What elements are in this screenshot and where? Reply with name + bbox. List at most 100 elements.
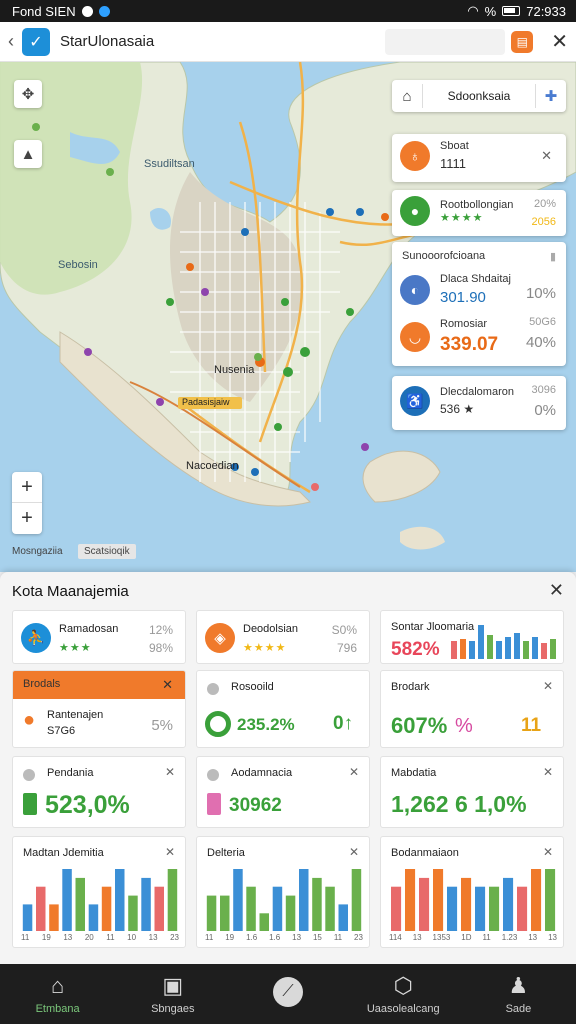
tick-label: 11 [106, 933, 115, 942]
compose-icon: ⟋ [273, 977, 303, 1007]
map-label-highlight: Padasisjaiw [182, 397, 230, 407]
metric-card-sontar[interactable]: Sontar Jloomaria 582% [380, 610, 564, 664]
bar-9 [312, 877, 322, 931]
bar-chart [206, 869, 362, 931]
poi-card-accessibility[interactable]: ♿ Dlecdalomaron 536 ★ 3096 0% [392, 376, 566, 430]
tick-label: 15 [312, 933, 322, 942]
app-bar: ‹ ✓ StarUlonasaia ▤ ✕ [0, 22, 576, 62]
nav-label: Sade [505, 1003, 532, 1015]
bar-8 [115, 869, 125, 931]
metric-card-aodamnacia[interactable]: Aodamnacia ✕ 30962 [196, 756, 370, 828]
bar-12 [351, 869, 362, 931]
nav-item-windows[interactable]: ▣ Sbngaes [115, 964, 230, 1024]
close-icon[interactable]: ✕ [543, 845, 553, 859]
metric-card-brodark[interactable]: Brodark ✕ 607% % 11 [380, 670, 564, 748]
app-notification-icon [98, 5, 110, 17]
wifi-icon: ◠ [467, 3, 479, 18]
card-value: 235.2% [237, 715, 295, 734]
close-icon[interactable]: ✕ [165, 845, 175, 859]
status-dot-icon [207, 683, 219, 695]
bar-5 [259, 913, 269, 931]
poi-card-boat[interactable]: ♁ Sboat 1111 ✕ [392, 134, 566, 182]
close-icon[interactable]: ✕ [549, 580, 564, 601]
metric-card-ramadosan[interactable]: ⛹ Ramadosan ★★★ 12% 98% [12, 610, 186, 664]
navigate-icon[interactable]: ✚ [536, 87, 566, 105]
metric-card-brodals[interactable]: Brodals ✕ ● Rantenajen S7G6 5% [12, 670, 186, 748]
map-search-bar[interactable]: ⌂ Sdoonksaia ✚ [392, 80, 566, 112]
tick-label: 11 [21, 933, 30, 942]
bar-7 [285, 895, 296, 931]
close-icon[interactable]: ✕ [162, 677, 173, 693]
bottom-navigation: ⌂ Etmbana ▣ Sbngaes ⟋ ⬡ Uaasolealcang ♟ … [0, 964, 576, 1024]
home-icon: ⌂ [50, 973, 65, 998]
locate-icon[interactable]: ✥ [14, 80, 42, 108]
chart-card-bodanmaiaon[interactable]: Bodanmaiaon ✕ 114 13 1353 1D 11 1.23 13 13 [380, 836, 564, 948]
poi-percent: 10% [525, 285, 556, 302]
metric-card-rosooild[interactable]: Rosooild 235.2% 0↑ [196, 670, 370, 748]
zoom-in-button[interactable]: + [12, 472, 42, 503]
card-title: Mabdatia [391, 767, 437, 779]
metric-card-pendania[interactable]: Pendania ✕ 523,0% [12, 756, 186, 828]
poi-card-rating[interactable]: ● Rootbollongian ★★★★ 20% 2056 [392, 190, 566, 236]
poi-percent: 20% [533, 198, 556, 210]
smile-icon: ◡ [400, 322, 430, 352]
person-icon: ⛹ [21, 623, 51, 653]
metric-card-deodolsian[interactable]: ◈ Deodolsian ★★★★ S0% 796 [196, 610, 370, 664]
chart-card-madtan[interactable]: Madtan Jdemitia ✕ 11 19 13 20 11 10 13 23 [12, 836, 186, 948]
close-icon[interactable]: ✕ [165, 765, 175, 779]
home-icon[interactable]: ⌂ [392, 88, 422, 105]
dashboard-panel: Kota Maanajemia ✕ ⛹ Ramadosan ★★★ 12% 98… [0, 572, 576, 964]
progress-ring-icon [205, 711, 231, 737]
tick-label: 10 [127, 933, 137, 942]
appbar-search-field[interactable] [385, 28, 506, 55]
bar-4 [433, 869, 444, 931]
card-title: Deodolsian [243, 623, 299, 635]
tick-label: 1.6 [269, 933, 281, 942]
bar-6 [272, 886, 283, 931]
close-icon[interactable]: ✕ [349, 765, 359, 779]
map-search-text[interactable]: Sdoonksaia [422, 84, 536, 108]
tick-label: 23 [170, 933, 179, 942]
zoom-out-button[interactable]: + [12, 503, 42, 534]
nav-item-profile[interactable]: ♟ Sade [461, 964, 576, 1024]
map-label-town: Sebosin [58, 259, 98, 271]
poi-extra: 50G6 [529, 316, 556, 328]
map-scale-chip[interactable]: Scatsioqik [78, 544, 136, 559]
nav-item-shield[interactable]: ⬡ Uaasolealcang [346, 964, 461, 1024]
tick-label: 13 [63, 933, 73, 942]
card-title: Aodamnacia [231, 767, 293, 779]
shield-icon: ⬡ [393, 973, 413, 998]
bar-9 [128, 895, 138, 931]
card-value: 1,262 6 1,0% [391, 791, 527, 817]
tick-label: 13 [412, 933, 422, 942]
close-icon[interactable]: ✕ [541, 148, 552, 164]
profile-icon: ◐ [400, 274, 430, 305]
battery-icon [502, 6, 521, 16]
chart-card-delteria[interactable]: Delteria ✕ 11 19 1.6 1.6 13 15 11 23 [196, 836, 370, 948]
accessibility-icon: ♿ [400, 386, 430, 416]
map-view[interactable]: Ssudiltsan Sebosin Nusenia Nacoedian Pad… [0, 62, 576, 572]
close-icon[interactable]: ✕ [543, 679, 553, 693]
card-value-secondary: 0↑ [333, 713, 354, 734]
bar-7 [475, 886, 486, 931]
nav-item-home[interactable]: ⌂ Etmbana [0, 964, 115, 1024]
layers-icon[interactable]: ▲ [14, 140, 42, 168]
poi-group-card[interactable]: Sunooorofcioana ▮ ◐ Dlaca Shdaitaj 301.9… [392, 242, 566, 366]
bar-2 [36, 886, 46, 931]
status-time: 72:933 [526, 3, 566, 19]
nav-label: Etmbana [35, 1003, 80, 1015]
poi-extra: 3096 [531, 384, 556, 396]
card-value-secondary: 11 [521, 715, 542, 736]
close-icon[interactable]: ✕ [349, 845, 359, 859]
bar-chart [22, 869, 178, 931]
clipboard-icon[interactable]: ▤ [511, 30, 534, 53]
back-arrow-icon[interactable]: ‹ [8, 31, 20, 52]
close-icon[interactable]: ✕ [551, 29, 568, 54]
card-value: 582% [391, 639, 440, 660]
close-icon[interactable]: ✕ [543, 765, 553, 779]
card-title: Rantenajen [47, 709, 104, 721]
nav-item-compose[interactable]: ⟋ [230, 964, 345, 1024]
window-icon: ▣ [162, 973, 184, 998]
card-subvalue: S7G6 [47, 725, 76, 737]
metric-card-mabdatia[interactable]: Mabdatia ✕ 1,262 6 1,0% [380, 756, 564, 828]
